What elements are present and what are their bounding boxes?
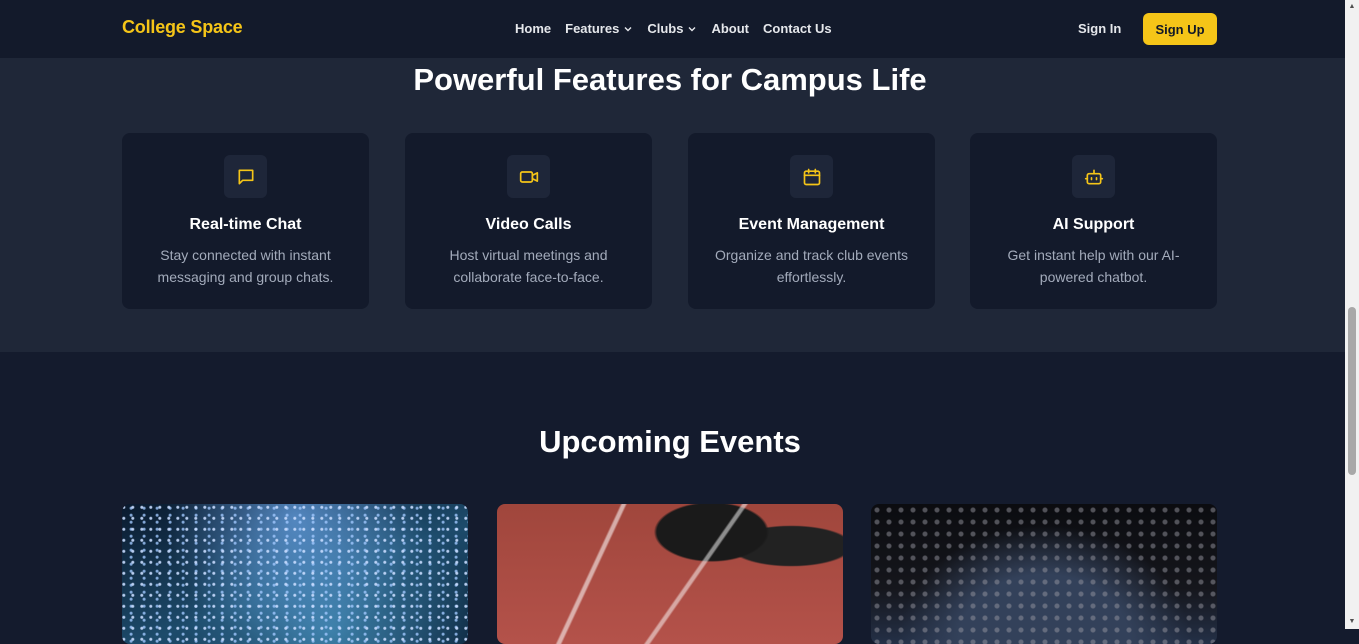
feature-title: Video Calls <box>485 216 572 233</box>
features-section: Powerful Features for Campus Life Real-t… <box>0 58 1345 352</box>
video-icon <box>507 155 550 198</box>
scrollbar-thumb[interactable] <box>1348 307 1356 475</box>
feature-desc: Organize and track club events effortles… <box>715 247 908 285</box>
event-image-conference[interactable] <box>871 504 1217 644</box>
nav-features-label: Features <box>565 21 620 36</box>
chevron-down-icon <box>624 26 632 31</box>
main-menu: Home Features Clubs About Contact Us <box>515 21 846 36</box>
feature-title: AI Support <box>1052 216 1135 233</box>
event-image-track[interactable] <box>497 504 843 644</box>
sign-in-link[interactable]: Sign In <box>1078 21 1121 36</box>
calendar-icon <box>790 155 833 198</box>
nav-contact[interactable]: Contact Us <box>763 21 832 36</box>
bot-icon <box>1072 155 1115 198</box>
nav-contact-label: Contact Us <box>763 21 832 36</box>
nav-home-label: Home <box>515 21 552 36</box>
feature-card-ai: AI Support Get instant help with our AI-… <box>970 133 1217 309</box>
nav-features[interactable]: Features <box>565 21 633 36</box>
feature-card-chat: Real-time Chat Stay connected with insta… <box>122 133 369 309</box>
chevron-down-icon <box>688 26 696 31</box>
scroll-down-arrow-icon[interactable]: ▼ <box>1348 618 1356 626</box>
features-title: Powerful Features for Campus Life <box>413 62 927 97</box>
feature-card-video: Video Calls Host virtual meetings and co… <box>405 133 652 309</box>
navbar: College Space Home Features Clubs About … <box>0 0 1345 58</box>
chat-icon <box>224 155 267 198</box>
feature-desc: Get instant help with our AI-powered cha… <box>1007 247 1180 285</box>
nav-clubs[interactable]: Clubs <box>647 21 697 36</box>
brand-logo[interactable]: College Space <box>122 17 243 38</box>
sign-up-button[interactable]: Sign Up <box>1143 13 1217 45</box>
feature-card-events: Event Management Organize and track club… <box>688 133 935 309</box>
nav-about[interactable]: About <box>711 21 749 36</box>
feature-desc: Stay connected with instant messaging an… <box>157 247 334 285</box>
event-image-concert[interactable] <box>122 504 468 644</box>
feature-title: Event Management <box>738 216 885 233</box>
nav-clubs-label: Clubs <box>647 21 684 36</box>
events-title: Upcoming Events <box>539 424 801 459</box>
scroll-up-arrow-icon[interactable]: ▲ <box>1348 3 1356 11</box>
nav-about-label: About <box>711 21 749 36</box>
nav-home[interactable]: Home <box>515 21 551 36</box>
feature-title: Real-time Chat <box>189 216 302 233</box>
feature-desc: Host virtual meetings and collaborate fa… <box>449 247 608 285</box>
